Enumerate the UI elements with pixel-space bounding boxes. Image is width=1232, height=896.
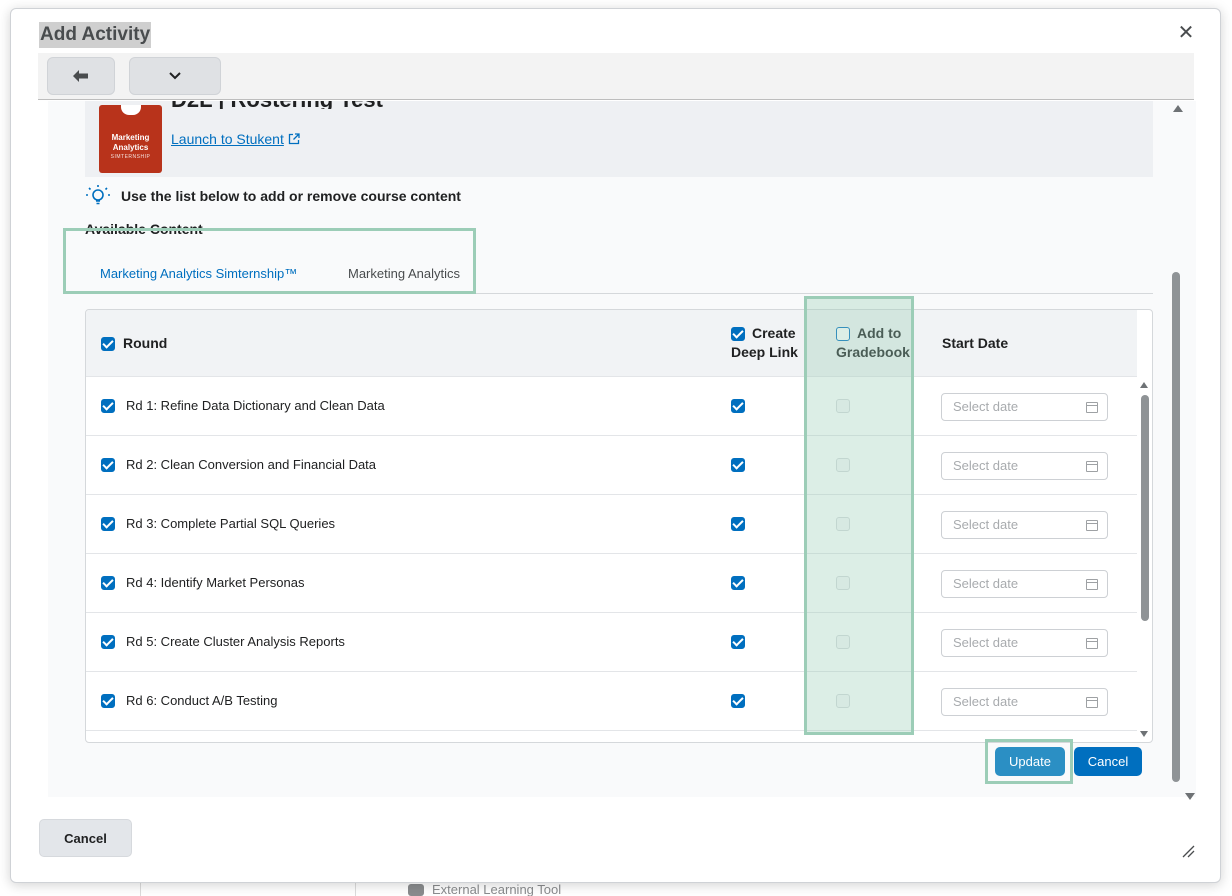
footer-cancel-button[interactable]: Cancel [39,819,132,857]
background-item-label: External Learning Tool [432,882,562,896]
table-row: Rd 2: Clean Conversion and Financial Dat… [86,436,1137,495]
start-date-input[interactable]: Select date [941,688,1108,716]
start-date-input[interactable]: Select date [941,393,1108,421]
date-placeholder: Select date [953,458,1019,473]
round-header: Round [101,334,167,353]
frame-scroll-down[interactable] [1185,793,1195,800]
deep-link-checkbox[interactable] [731,458,745,472]
course-card: MarketingAnalytics SIMTERNSHIP D2L | Ros… [85,101,1153,177]
update-button-highlight [985,739,1073,784]
dialog-toolbar [38,53,1194,100]
start-date-input[interactable]: Select date [941,570,1108,598]
chevron-down-icon [169,72,181,80]
row-label: Rd 2: Clean Conversion and Financial Dat… [126,457,377,472]
dialog-title: Add Activity [39,22,152,48]
stukent-logo-icon [121,105,141,115]
course-name: D2L | Rostering Test [171,101,383,109]
table-row: Rd 4: Identify Market Personas Select dat… [86,554,1137,613]
frame-scrollbar[interactable] [1172,272,1180,782]
start-date-input[interactable]: Select date [941,629,1108,657]
deep-link-checkbox[interactable] [731,576,745,590]
calendar-icon [1086,697,1098,708]
cancel-button[interactable]: Cancel [1074,747,1142,776]
table-row: Rd 6: Conduct A/B Testing Select date [86,672,1137,731]
date-placeholder: Select date [953,576,1019,591]
table-scrollbar[interactable] [1141,395,1149,621]
table-row: Rd 1: Refine Data Dictionary and Clean D… [86,377,1137,436]
table-scroll-down[interactable] [1140,731,1148,737]
logo-subtext: SIMTERNSHIP [110,154,151,160]
background-external-tool-item: External Learning Tool [408,882,561,896]
table-scroll-up[interactable] [1140,382,1148,388]
calendar-icon [1086,520,1098,531]
hint-message: Use the list below to add or remove cour… [85,184,461,208]
row-select-checkbox[interactable] [101,517,115,531]
external-link-icon [288,133,300,145]
table-row: Rd 3: Complete Partial SQL Queries Select… [86,495,1137,554]
course-logo: Marketing Analytics SIMTERNSHIP [99,105,162,173]
table-row: Rd 5: Create Cluster Analysis Reports Sel… [86,613,1137,672]
date-placeholder: Select date [953,517,1019,532]
arrow-left-icon [73,70,88,82]
deep-link-header: Create Deep Link [731,324,798,362]
menu-dropdown-button[interactable] [129,57,221,95]
close-icon[interactable]: ✕ [1176,23,1196,43]
launch-link-label: Launch to Stukent [171,131,284,147]
deep-link-header-label: Create [752,325,796,341]
select-all-checkbox[interactable] [101,336,115,351]
frame-scroll-up[interactable] [1173,105,1183,112]
deep-link-checkbox[interactable] [731,517,745,531]
date-placeholder: Select date [953,694,1019,709]
tabs-highlight-box [63,228,476,294]
row-label: Rd 4: Identify Market Personas [126,575,305,590]
logo-text: Marketing Analytics [111,133,150,152]
row-select-checkbox[interactable] [101,635,115,649]
row-select-checkbox[interactable] [101,458,115,472]
row-label: Rd 6: Conduct A/B Testing [126,693,278,708]
calendar-icon [1086,579,1098,590]
deep-link-all-checkbox[interactable] [731,326,745,341]
calendar-icon [1086,461,1098,472]
row-label: Rd 3: Complete Partial SQL Queries [126,516,336,531]
calendar-icon [1086,402,1098,413]
back-button[interactable] [47,57,115,95]
deep-link-header-label-2: Deep Link [731,344,798,360]
date-placeholder: Select date [953,635,1019,650]
content-table: Round Create Deep Link Add to Gradebook [85,309,1153,743]
resize-grip-icon[interactable] [1181,844,1195,858]
start-date-header: Start Date [942,335,1009,351]
puzzle-icon [408,883,424,896]
gradebook-column-highlight [804,296,914,735]
table-header: Round Create Deep Link Add to Gradebook [86,310,1137,377]
deep-link-checkbox[interactable] [731,694,745,708]
launch-to-stukent-link[interactable]: Launch to Stukent [171,131,300,147]
row-label: Rd 1: Refine Data Dictionary and Clean D… [126,398,385,413]
hint-text: Use the list below to add or remove cour… [121,188,461,204]
date-placeholder: Select date [953,399,1019,414]
lightbulb-icon [86,185,110,205]
row-select-checkbox[interactable] [101,694,115,708]
deep-link-checkbox[interactable] [731,399,745,413]
row-label: Rd 5: Create Cluster Analysis Reports [126,634,345,649]
deep-link-checkbox[interactable] [731,635,745,649]
row-select-checkbox[interactable] [101,576,115,590]
start-date-input[interactable]: Select date [941,511,1108,539]
calendar-icon [1086,638,1098,649]
start-date-input[interactable]: Select date [941,452,1108,480]
round-header-label: Round [123,335,168,351]
row-select-checkbox[interactable] [101,399,115,413]
tool-content-frame: MarketingAnalytics SIMTERNSHIP D2L | Ros… [48,101,1196,797]
